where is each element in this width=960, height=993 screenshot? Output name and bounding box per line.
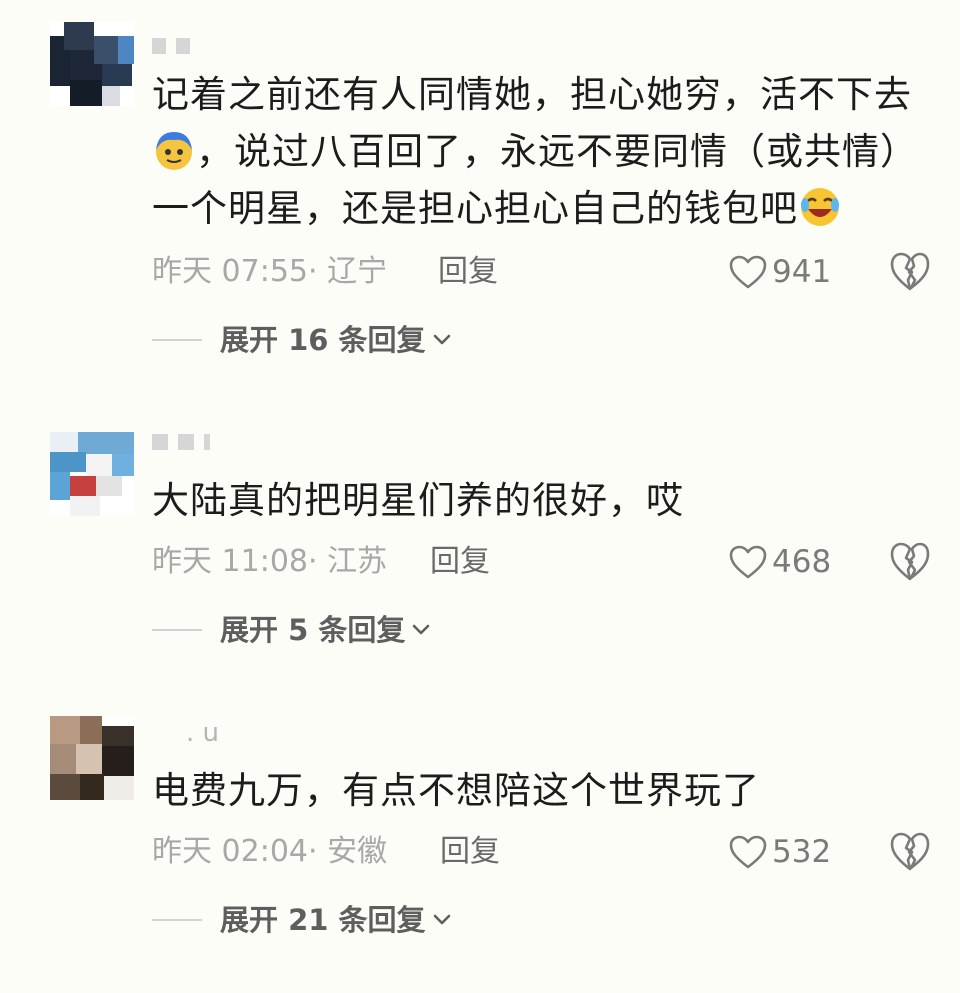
avatar[interactable] bbox=[50, 716, 134, 800]
heart-outline-icon bbox=[729, 835, 767, 869]
comment-location: · 江苏 bbox=[308, 544, 388, 579]
like-count: 941 bbox=[772, 254, 832, 290]
comment-text-line: 大陆真的把明星们养的很好，哎 bbox=[152, 479, 684, 522]
like-count: 532 bbox=[772, 834, 832, 870]
like-button[interactable]: 532 bbox=[728, 830, 831, 874]
heart-outline-icon bbox=[729, 545, 767, 579]
expand-replies-button[interactable]: 展开 21 条回复 bbox=[152, 900, 452, 940]
comment-text-line: 电费九万，有点不想陪这个世界玩了 bbox=[152, 769, 760, 812]
comment-text: 大陆真的把明星们养的很好，哎 bbox=[152, 472, 922, 529]
comment-meta: 昨天 07:55· 辽宁 bbox=[152, 252, 387, 292]
comment-text-line: ，说过八百回了，永远不要同情（或共情） bbox=[152, 123, 922, 180]
expand-replies-label: 展开 5 条回复 bbox=[220, 613, 406, 647]
username[interactable] bbox=[152, 30, 200, 60]
expand-replies-button[interactable]: 展开 16 条回复 bbox=[152, 320, 452, 360]
comment-meta: 昨天 11:08· 江苏 bbox=[152, 542, 387, 582]
comment-time: 昨天 07:55 bbox=[152, 254, 308, 289]
username-blur bbox=[152, 433, 168, 450]
avatar[interactable] bbox=[50, 22, 134, 106]
username-blur bbox=[152, 37, 166, 54]
comment-text-line: 一个明星，还是担心担心自己的钱包吧 bbox=[152, 180, 922, 237]
laughing-crying-emoji-icon bbox=[798, 185, 842, 229]
broken-heart-icon bbox=[890, 542, 930, 581]
like-button[interactable]: 468 bbox=[728, 540, 831, 584]
username-blur bbox=[178, 433, 194, 450]
comment-text-line: 记着之前还有人同情她，担心她穷，活不下去 bbox=[152, 73, 912, 116]
username-text: . u bbox=[186, 718, 220, 748]
chevron-down-icon bbox=[433, 334, 450, 345]
comment-text: 记着之前还有人同情她，担心她穷，活不下去 ，说过八百回了，永远不要同情（或共情）… bbox=[152, 66, 922, 237]
like-button[interactable]: 941 bbox=[728, 250, 831, 294]
expand-replies-label: 展开 21 条回复 bbox=[220, 903, 426, 937]
comment-time: 昨天 02:04 bbox=[152, 834, 308, 869]
divider-line bbox=[152, 919, 202, 921]
dislike-button[interactable] bbox=[888, 250, 932, 294]
avatar[interactable] bbox=[50, 432, 134, 516]
username-blur bbox=[204, 433, 210, 450]
chevron-down-icon bbox=[433, 914, 450, 925]
blue-hair-face-emoji-icon bbox=[152, 128, 196, 172]
dislike-button[interactable] bbox=[888, 830, 932, 874]
reply-button[interactable]: 回复 bbox=[438, 252, 498, 292]
reply-button[interactable]: 回复 bbox=[430, 542, 490, 582]
comment-text-segment: 一个明星，还是担心担心自己的钱包吧 bbox=[152, 187, 798, 230]
username-blur bbox=[176, 37, 190, 54]
comment-text: 电费九万，有点不想陪这个世界玩了 bbox=[152, 762, 922, 819]
comment-location: · 辽宁 bbox=[308, 254, 388, 289]
comment-location: · 安徽 bbox=[308, 834, 388, 869]
expand-replies-label: 展开 16 条回复 bbox=[220, 323, 426, 357]
broken-heart-icon bbox=[890, 832, 930, 871]
broken-heart-icon bbox=[890, 252, 930, 291]
username[interactable] bbox=[152, 426, 220, 456]
username[interactable]: . u bbox=[152, 718, 219, 748]
comment-meta: 昨天 02:04· 安徽 bbox=[152, 832, 387, 872]
dislike-button[interactable] bbox=[888, 540, 932, 584]
expand-replies-button[interactable]: 展开 5 条回复 bbox=[152, 610, 431, 650]
chevron-down-icon bbox=[413, 624, 430, 635]
divider-line bbox=[152, 339, 202, 341]
like-count: 468 bbox=[772, 544, 832, 580]
divider-line bbox=[152, 629, 202, 631]
comment-text-segment: ，说过八百回了，永远不要同情（或共情） bbox=[196, 130, 918, 173]
reply-button[interactable]: 回复 bbox=[440, 832, 500, 872]
heart-outline-icon bbox=[729, 255, 767, 289]
comment-time: 昨天 11:08 bbox=[152, 544, 308, 579]
